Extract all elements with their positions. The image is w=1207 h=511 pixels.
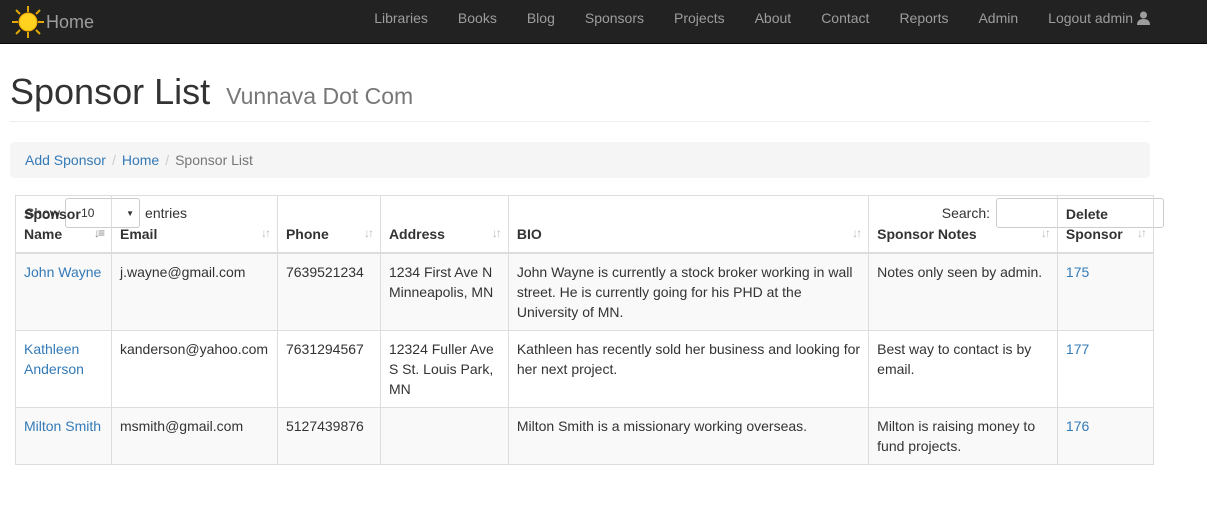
- address-cell: 12324 Fuller Ave S St. Louis Park, MN: [379, 330, 509, 408]
- nav-contact[interactable]: Contact: [806, 0, 884, 36]
- nav-about[interactable]: About: [740, 0, 807, 36]
- col-bio[interactable]: BIO ↓↑: [507, 195, 870, 254]
- email-cell: kanderson@yahoo.com: [110, 330, 278, 408]
- nav-libraries[interactable]: Libraries: [359, 0, 443, 36]
- breadcrumb: Add Sponsor / Home / Sponsor List: [10, 142, 1150, 178]
- email-cell: msmith@gmail.com: [110, 407, 278, 465]
- table-header-row: Sponsor Name ↓≡ Email ↓↑ Phone ↓↑ Address ↓↑ …: [15, 195, 1155, 254]
- notes-cell: Milton is raising money to fund projects…: [868, 407, 1058, 465]
- header-line: Email: [119, 226, 158, 242]
- header-line: Delete: [1065, 206, 1108, 222]
- breadcrumb-home[interactable]: Home: [122, 152, 159, 168]
- phone-cell: 7639521234: [276, 252, 381, 331]
- header-line: BIO: [516, 226, 542, 242]
- phone-cell: 7631294567: [276, 330, 381, 408]
- delete-sponsor-link[interactable]: 175: [1066, 264, 1089, 280]
- sponsor-name-link[interactable]: Kathleen Anderson: [24, 341, 84, 377]
- address-cell: 1234 First Ave N Minneapolis, MN: [379, 252, 509, 331]
- notes-cell: Notes only seen by admin.: [868, 252, 1058, 331]
- nav-books[interactable]: Books: [443, 0, 512, 36]
- delete-sponsor-link[interactable]: 177: [1066, 341, 1089, 357]
- phone-cell: 5127439876: [276, 407, 381, 465]
- nav-reports[interactable]: Reports: [884, 0, 963, 36]
- navbar: Home Libraries Books Blog Sponsors Proje…: [0, 0, 1207, 44]
- table-row: Kathleen Anderson kanderson@yahoo.com 76…: [15, 330, 1155, 408]
- bio-cell: John Wayne is currently a stock broker w…: [507, 252, 870, 331]
- sort-icon: ↓↑: [491, 226, 502, 240]
- email-cell: j.wayne@gmail.com: [110, 252, 278, 331]
- sort-icon: ↓↑: [260, 226, 271, 240]
- nav-logout[interactable]: Logout admin: [1033, 0, 1165, 36]
- home-brand-link[interactable]: Home: [10, 0, 94, 44]
- page-title: Sponsor List Vunnava Dot Com: [10, 70, 1150, 118]
- sponsor-table: Sponsor Name ↓≡ Email ↓↑ Phone ↓↑ Address ↓↑ …: [15, 195, 1155, 465]
- sort-icon: ↓↑: [852, 226, 862, 240]
- notes-cell: Best way to contact is by email.: [868, 330, 1058, 408]
- table-row: Milton Smith msmith@gmail.com 5127439876…: [15, 407, 1155, 465]
- sun-logo-icon: [12, 6, 44, 38]
- main-nav: Libraries Books Blog Sponsors Projects A…: [359, 0, 1207, 44]
- table-row: John Wayne j.wayne@gmail.com 7639521234 …: [15, 252, 1155, 331]
- user-icon: [1137, 11, 1150, 25]
- col-delete-sponsor[interactable]: Delete Sponsor ↓↑: [1056, 195, 1155, 254]
- nav-blog[interactable]: Blog: [512, 0, 570, 36]
- header-line: Name: [24, 226, 63, 242]
- page-title-text: Sponsor List: [10, 71, 211, 112]
- bio-cell: Milton Smith is a missionary working ove…: [507, 407, 870, 465]
- delete-sponsor-link[interactable]: 176: [1066, 418, 1089, 434]
- header-line: Phone: [285, 226, 329, 242]
- address-cell: [379, 407, 509, 465]
- nav-admin[interactable]: Admin: [963, 0, 1033, 36]
- sort-icon: ↓↑: [363, 226, 374, 240]
- page-subtitle: Vunnava Dot Com: [226, 83, 414, 109]
- sponsor-name-link[interactable]: John Wayne: [24, 264, 101, 280]
- col-email[interactable]: Email ↓↑: [110, 195, 278, 254]
- sort-icon: ↓↑: [1040, 226, 1051, 240]
- header-line: Sponsor: [1065, 226, 1123, 242]
- breadcrumb-add-sponsor[interactable]: Add Sponsor: [25, 152, 106, 168]
- nav-sponsors[interactable]: Sponsors: [570, 0, 659, 36]
- bio-cell: Kathleen has recently sold her business …: [507, 330, 870, 408]
- nav-projects[interactable]: Projects: [659, 0, 740, 36]
- col-sponsor-notes[interactable]: Sponsor Notes ↓↑: [868, 195, 1058, 254]
- breadcrumb-separator: /: [111, 152, 116, 168]
- col-phone[interactable]: Phone ↓↑: [276, 195, 381, 254]
- logout-label: Logout admin: [1048, 10, 1133, 26]
- page-header: Sponsor List Vunnava Dot Com: [10, 70, 1150, 122]
- breadcrumb-current: Sponsor List: [175, 152, 253, 168]
- header-line: Sponsor Notes: [877, 226, 977, 242]
- header-line: Sponsor: [24, 206, 81, 222]
- col-address[interactable]: Address ↓↑: [379, 195, 509, 254]
- breadcrumb-separator: /: [165, 152, 170, 168]
- sponsor-name-link[interactable]: Milton Smith: [24, 418, 101, 434]
- sort-asc-icon: ↓≡: [93, 226, 105, 240]
- header-line: Address: [388, 226, 445, 242]
- brand-label: Home: [46, 11, 95, 32]
- sort-icon: ↓↑: [1137, 226, 1147, 240]
- col-sponsor-name[interactable]: Sponsor Name ↓≡: [15, 195, 112, 254]
